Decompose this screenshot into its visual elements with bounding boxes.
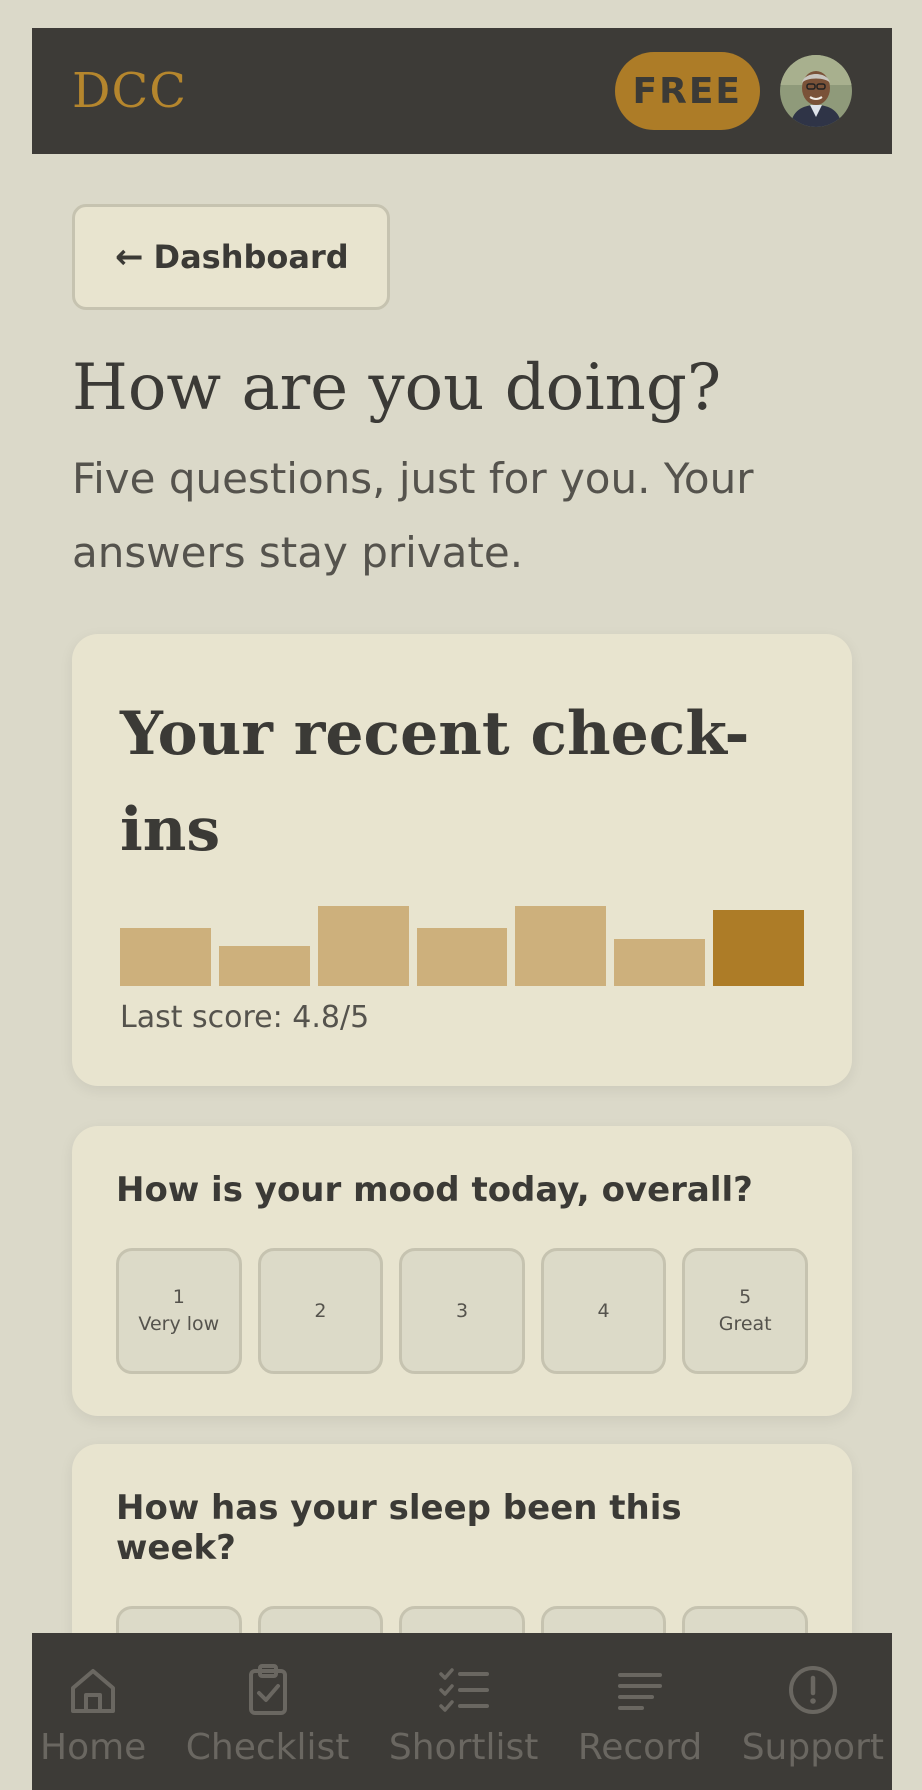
avatar[interactable] xyxy=(780,55,852,127)
rating-option-4[interactable]: 4 xyxy=(540,1248,667,1374)
recent-scores-chart xyxy=(120,904,805,986)
question-text: How has your sleep been this week? xyxy=(116,1488,682,1568)
notes-lines-icon xyxy=(618,1673,663,1710)
page-subtitle: Five questions, just for you. Your answe… xyxy=(72,454,754,577)
question-card-mood: How is your mood today, overall? 1 Very … xyxy=(72,1126,852,1416)
page-title: How are you doing? xyxy=(72,351,722,425)
option-caption: Great xyxy=(718,1313,772,1335)
clipboard-check-icon xyxy=(248,1664,287,1715)
nav-label: Checklist xyxy=(185,1727,350,1768)
back-to-dashboard-button[interactable]: ← Dashboard xyxy=(72,204,390,310)
score-bar xyxy=(515,906,607,986)
app-frame: DCC FREE ← Dashboard How are you doing? … xyxy=(32,28,892,1790)
nav-label: Shortlist xyxy=(388,1727,539,1768)
nav-item-record[interactable]: Record xyxy=(578,1633,702,1768)
plan-badge[interactable]: FREE xyxy=(614,52,760,130)
last-score: Last score: 4.8/5 xyxy=(120,1000,370,1035)
nav-item-shortlist[interactable]: Shortlist xyxy=(389,1633,538,1768)
option-value: 1 xyxy=(172,1286,185,1308)
bottom-nav: Home Checklist Shortlist Record Support xyxy=(32,1633,892,1790)
nav-label: Support xyxy=(741,1727,884,1768)
rating-option-2[interactable]: 2 xyxy=(257,1248,384,1374)
recent-checkins-title: Your recent check-ins xyxy=(120,699,750,865)
score-bar xyxy=(317,906,409,986)
nav-label: Record xyxy=(577,1727,703,1768)
home-icon xyxy=(71,1669,116,1713)
question-text: How is your mood today, overall? xyxy=(116,1170,753,1210)
rating-options: 1 Very low 2 3 4 5 Great xyxy=(116,1248,808,1374)
recent-checkins-card: Your recent check-ins Last score: 4.8/5 xyxy=(72,634,852,1086)
top-bar: DCC FREE xyxy=(32,28,892,154)
top-bar-actions: FREE xyxy=(614,52,852,130)
list-check-icon xyxy=(438,1668,489,1712)
nav-item-support[interactable]: Support xyxy=(742,1633,884,1768)
option-value: 2 xyxy=(314,1299,327,1322)
alert-circle-icon xyxy=(788,1666,837,1714)
score-bar xyxy=(713,910,805,986)
option-value: 3 xyxy=(455,1299,469,1322)
score-bar xyxy=(614,939,706,986)
score-bar xyxy=(416,928,508,986)
app-logo[interactable]: DCC xyxy=(72,63,187,119)
rating-option-5[interactable]: 5 Great xyxy=(682,1248,808,1374)
score-bar xyxy=(120,928,211,986)
avatar-photo-icon xyxy=(780,55,852,127)
nav-label: Home xyxy=(40,1727,147,1768)
arrow-left-icon: ← xyxy=(115,237,144,277)
rating-option-3[interactable]: 3 xyxy=(399,1248,525,1374)
back-button-label: Dashboard xyxy=(153,238,349,276)
score-bar xyxy=(218,946,310,986)
option-value: 5 xyxy=(739,1286,752,1308)
option-value: 4 xyxy=(597,1299,610,1322)
nav-item-checklist[interactable]: Checklist xyxy=(185,1633,350,1768)
option-caption: Very low xyxy=(138,1313,220,1335)
nav-item-home[interactable]: Home xyxy=(40,1633,146,1768)
rating-option-1[interactable]: 1 Very low xyxy=(116,1248,242,1374)
main-content: ← Dashboard How are you doing? Five ques… xyxy=(72,204,852,1734)
